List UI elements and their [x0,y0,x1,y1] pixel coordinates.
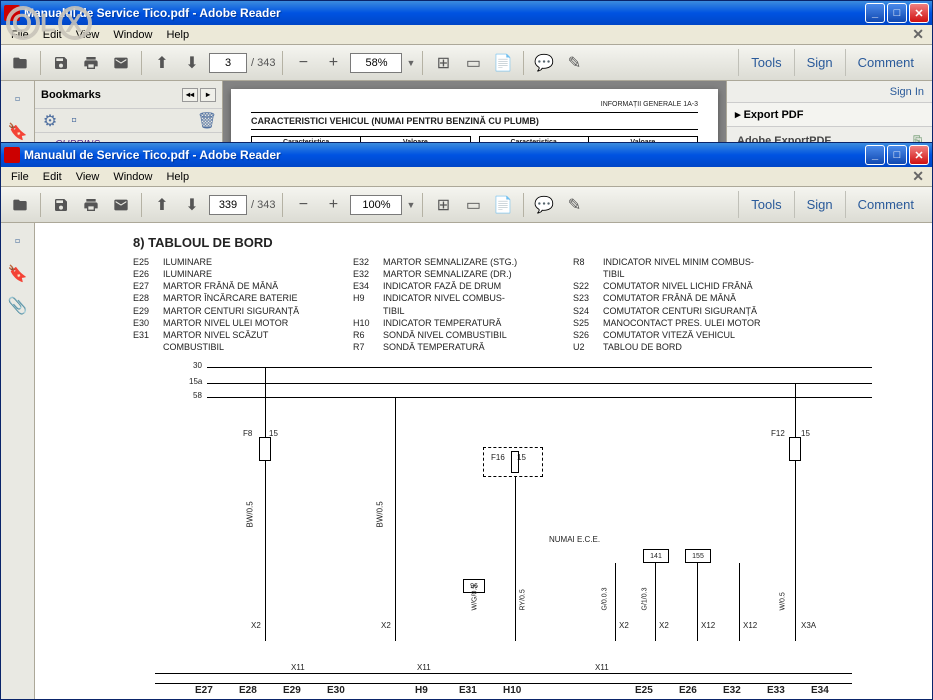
menu-help[interactable]: Help [160,27,195,43]
bookmarks-icon[interactable]: 🔖 [7,263,29,285]
thumbnails-icon[interactable]: ▫ [7,231,29,253]
sign-panel-button[interactable]: Sign [794,191,845,218]
wiring-diagram: 30 15a 58 F8 15 F12 15 F16 [95,363,872,699]
comment-panel-button[interactable]: Comment [845,191,926,218]
close-doc-button[interactable]: ✕ [908,168,928,185]
bookmarks-icon[interactable]: 🔖 [7,121,29,143]
window-front: Manualul de Service Tico.pdf - Adobe Rea… [0,142,933,700]
menubar-1: File Edit View Window Help ✕ [1,25,932,45]
pdf1-heading: CARACTERISTICI VEHICUL (NUMAI PENTRU BEN… [251,112,698,130]
highlight-button[interactable]: ✎ [561,192,587,218]
toolbar-1: ⬆ ⬇ / 343 − + ▼ ⊞ ▭ 📄 💬 ✎ Tools Sign Com… [1,45,932,81]
bm-new-button[interactable]: ▫ [65,112,83,130]
title-text-2: Manualul de Service Tico.pdf - Adobe Rea… [24,148,865,162]
pdf-page-2: 8) TABLOUL DE BORD E25E26E27E28E29E30E31… [35,223,932,699]
fit-page-button[interactable]: ▭ [460,192,486,218]
view-mode-button[interactable]: 📄 [490,192,516,218]
close-button[interactable]: ✕ [909,3,929,23]
pdf2-title: 8) TABLOUL DE BORD [133,235,912,250]
menu-help[interactable]: Help [160,169,195,185]
page-input-1[interactable] [209,53,247,73]
view-mode-button[interactable]: 📄 [490,50,516,76]
save-button[interactable] [48,50,74,76]
bm-close-button[interactable]: ▸ [200,88,216,102]
pdf2-legend: E25E26E27E28E29E30E31 ILUMINAREILUMINARE… [133,256,912,353]
menu-window[interactable]: Window [107,27,158,43]
toolbar-2: ⬆ ⬇ / 343 − + ▼ ⊞ ▭ 📄 💬 ✎ Tools Sign Com… [1,187,932,223]
bookmarks-title: Bookmarks [41,89,101,101]
zoom-in-button[interactable]: + [320,192,346,218]
zoom-out-button[interactable]: − [290,50,316,76]
next-page-button[interactable]: ⬇ [179,50,205,76]
close-doc-button[interactable]: ✕ [908,26,928,43]
email-button[interactable] [108,50,134,76]
minimize-button[interactable]: _ [865,3,885,23]
nav-pane-2: ▫ 🔖 📎 [1,223,35,699]
page-total-2: / 343 [251,199,275,211]
menu-edit[interactable]: Edit [37,27,68,43]
export-pdf-header[interactable]: ▸ Export PDF [727,103,932,127]
comment-tool-button[interactable]: 💬 [531,50,557,76]
fit-width-button[interactable]: ⊞ [430,192,456,218]
email-button[interactable] [108,192,134,218]
page-total-1: / 343 [251,57,275,69]
menu-file[interactable]: File [5,169,35,185]
print-button[interactable] [78,192,104,218]
signin-link[interactable]: Sign In [727,81,932,103]
menu-edit[interactable]: Edit [37,169,68,185]
open-button[interactable] [7,50,33,76]
page-input-2[interactable] [209,195,247,215]
bm-collapse-button[interactable]: ◂◂ [182,88,198,102]
titlebar-1[interactable]: Manualul de Service Tico.pdf - Adobe Rea… [1,1,932,25]
maximize-button[interactable]: □ [887,145,907,165]
tools-panel-button[interactable]: Tools [738,191,793,218]
title-text-1: Manualul de Service Tico.pdf - Adobe Rea… [24,6,865,20]
zoom-input-1[interactable] [350,53,402,73]
zoom-out-button[interactable]: − [290,192,316,218]
menubar-2: File Edit View Window Help ✕ [1,167,932,187]
pdf1-corner: INFORMAȚII GENERALE 1A-3 [251,101,698,108]
zoom-in-button[interactable]: + [320,50,346,76]
maximize-button[interactable]: □ [887,3,907,23]
fit-width-button[interactable]: ⊞ [430,50,456,76]
app-icon [4,147,20,163]
pdf-view-2[interactable]: 8) TABLOUL DE BORD E25E26E27E28E29E30E31… [35,223,932,699]
prev-page-button[interactable]: ⬆ [149,50,175,76]
app-icon [4,5,20,21]
menu-file[interactable]: File [5,27,35,43]
zoom-input-2[interactable] [350,195,402,215]
print-button[interactable] [78,50,104,76]
minimize-button[interactable]: _ [865,145,885,165]
thumbnails-icon[interactable]: ▫ [7,89,29,111]
highlight-button[interactable]: ✎ [561,50,587,76]
fit-page-button[interactable]: ▭ [460,50,486,76]
titlebar-2[interactable]: Manualul de Service Tico.pdf - Adobe Rea… [1,143,932,167]
prev-page-button[interactable]: ⬆ [149,192,175,218]
comment-tool-button[interactable]: 💬 [531,192,557,218]
save-button[interactable] [48,192,74,218]
menu-view[interactable]: View [70,27,106,43]
tools-panel-button[interactable]: Tools [738,49,793,76]
attachments-icon[interactable]: 📎 [7,295,29,317]
bm-options-button[interactable]: ⚙ [41,112,59,130]
content-area-2: ▫ 🔖 📎 8) TABLOUL DE BORD E25E26E27E28E29… [1,223,932,699]
next-page-button[interactable]: ⬇ [179,192,205,218]
sign-panel-button[interactable]: Sign [794,49,845,76]
menu-view[interactable]: View [70,169,106,185]
menu-window[interactable]: Window [107,169,158,185]
close-button[interactable]: ✕ [909,145,929,165]
comment-panel-button[interactable]: Comment [845,49,926,76]
open-button[interactable] [7,192,33,218]
bm-delete-button[interactable]: 🗑 [198,112,216,130]
